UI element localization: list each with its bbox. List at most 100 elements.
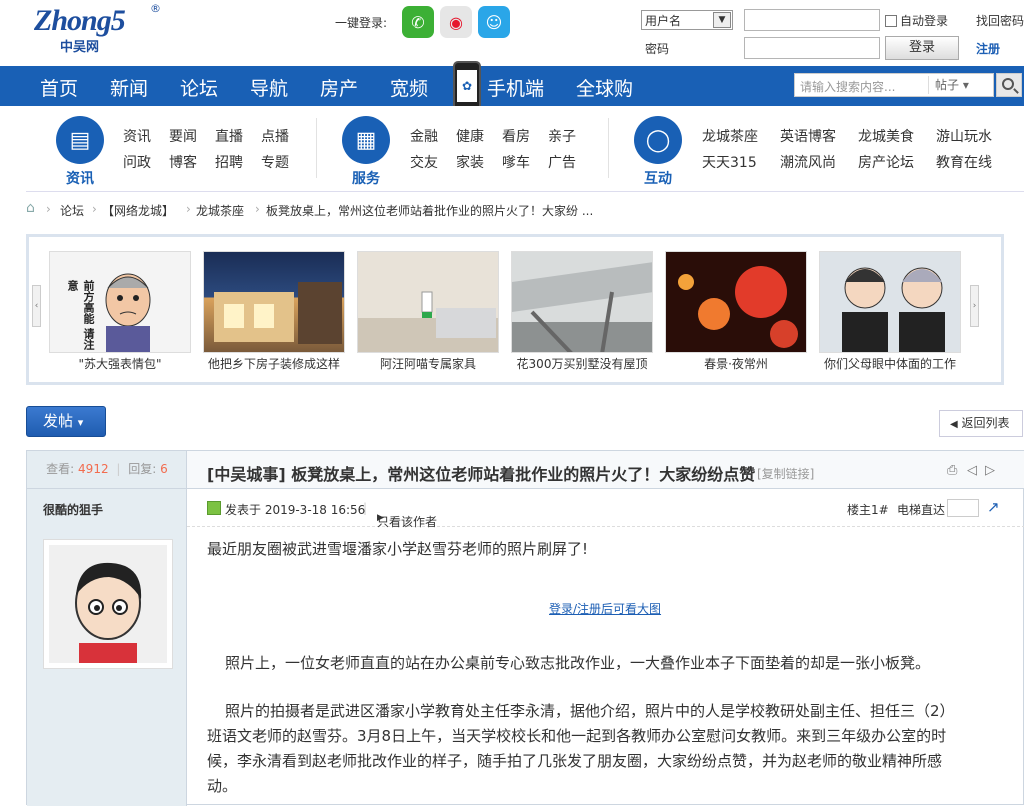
go-icon[interactable]: ↗	[987, 498, 1000, 516]
view-large-image-link[interactable]: 登录/注册后可看大图	[549, 597, 661, 622]
triangle-left-icon: ◀	[950, 419, 958, 430]
search-button[interactable]	[996, 73, 1022, 97]
gallery-prev-button[interactable]: ‹	[32, 285, 41, 327]
breadcrumb-item[interactable]: 论坛	[60, 202, 84, 219]
category-link[interactable]: 看房	[502, 126, 530, 146]
breadcrumb-current: 板凳放桌上，常州这位老师站着批作业的照片火了！大家纷 ...	[266, 204, 594, 218]
category-link[interactable]: 龙城茶座	[702, 126, 758, 146]
breadcrumb-item[interactable]: 【网络龙城】	[102, 202, 174, 219]
logo-text: Zhong5	[34, 4, 126, 37]
chevron-down-icon: ▾	[962, 78, 969, 92]
password-input[interactable]	[744, 37, 880, 59]
chat-bubble-icon[interactable]: ◯	[634, 116, 682, 164]
gallery-caption[interactable]: "苏大强表情包"	[49, 355, 191, 372]
gallery-thumb[interactable]	[511, 251, 653, 353]
gallery-caption[interactable]: 春景·夜常州	[665, 355, 807, 372]
category-link[interactable]: 资讯	[123, 126, 151, 146]
copy-link-button[interactable]: [复制链接]	[757, 465, 814, 482]
gallery-thumb[interactable]	[819, 251, 961, 353]
category-link[interactable]: 游山玩水	[936, 126, 992, 146]
author-name[interactable]: 很酷的狙手	[43, 501, 103, 518]
category-link[interactable]: 博客	[169, 152, 197, 172]
avatar-image	[49, 545, 167, 663]
category-link[interactable]: 交友	[410, 152, 438, 172]
new-post-button[interactable]: 发帖 ▾	[26, 406, 106, 437]
wechat-login-icon[interactable]: ✆	[402, 6, 434, 38]
nav-item-forum[interactable]: 论坛	[180, 74, 218, 101]
username-input[interactable]	[744, 9, 880, 31]
elevator-input[interactable]	[947, 499, 979, 517]
avatar[interactable]	[43, 539, 173, 669]
category-link[interactable]: 点播	[261, 126, 289, 146]
nav-item-realestate[interactable]: 房产	[320, 74, 358, 101]
divider	[316, 118, 317, 178]
search-input[interactable]: 请输入搜索内容... 帖子 ▾	[794, 73, 994, 97]
grid-icon[interactable]: ▦	[342, 116, 390, 164]
category-link[interactable]: 直播	[215, 126, 243, 146]
category-link[interactable]: 英语博客	[780, 126, 836, 146]
back-to-list-button[interactable]: ◀ 返回列表	[939, 410, 1023, 437]
gallery-caption[interactable]: 花300万买别墅没有屋顶	[511, 355, 653, 372]
book-icon[interactable]: ▤	[56, 116, 104, 164]
nav-item-video[interactable]: 宽频	[390, 74, 428, 101]
gallery-thumb[interactable]: 前方高能 请注意	[49, 251, 191, 353]
category-link[interactable]: 教育在线	[936, 152, 992, 172]
category-link[interactable]: 亲子	[548, 126, 576, 146]
nav-item-global-shop[interactable]: 全球购	[576, 74, 633, 101]
category-link[interactable]: 龙城美食	[858, 126, 914, 146]
qq-login-icon[interactable]: ☺	[478, 6, 510, 38]
category-link[interactable]: 专题	[261, 152, 289, 172]
prev-thread-icon[interactable]: ◁	[967, 463, 977, 478]
nav-item-guide[interactable]: 导航	[250, 74, 288, 101]
category-link[interactable]: 天天315	[702, 152, 757, 172]
category-link[interactable]: 招聘	[215, 152, 243, 172]
next-thread-icon[interactable]: ▷	[985, 463, 995, 478]
print-icon[interactable]: ⎙	[947, 463, 957, 478]
login-button[interactable]: 登录	[885, 36, 959, 60]
category-link[interactable]: 嗲车	[502, 152, 530, 172]
divider	[608, 118, 609, 178]
weibo-login-icon[interactable]: ◉	[440, 6, 472, 38]
breadcrumb-item[interactable]: 龙城茶座	[196, 202, 244, 219]
breadcrumb-sep: ›	[186, 202, 191, 216]
post-paragraph: 照片上，一位女老师直直的站在办公桌前专心致志批改作业，一大叠作业本子下面垫着的却…	[225, 654, 931, 672]
chevron-down-icon: ▼	[713, 12, 731, 28]
search-placeholder: 请输入搜索内容...	[800, 80, 896, 94]
category-link[interactable]: 健康	[456, 126, 484, 146]
category-label-interact[interactable]: 互动	[644, 168, 672, 188]
category-link[interactable]: 潮流风尚	[780, 152, 836, 172]
home-icon[interactable]: ⌂	[26, 200, 35, 216]
category-link[interactable]: 问政	[123, 152, 151, 172]
category-label-news[interactable]: 资讯	[66, 168, 94, 188]
mobile-phone-icon[interactable]: ✿	[453, 61, 481, 111]
search-scope-select[interactable]: 帖子 ▾	[928, 76, 992, 94]
nav-item-home[interactable]: 首页	[40, 74, 78, 101]
category-link[interactable]: 家装	[456, 152, 484, 172]
site-logo[interactable]: Zhong5 ® 中吴网	[30, 2, 170, 62]
register-link[interactable]: 注册	[976, 40, 1000, 57]
post-meta: 发表于 2019-3-18 16:56 | 只看该作者 ▶ 楼主1# 电梯直达 …	[187, 489, 1024, 529]
post-paragraph: 动。	[207, 777, 238, 795]
auto-login-checkbox[interactable]: 自动登录	[885, 12, 948, 29]
gallery-thumb[interactable]	[203, 251, 345, 353]
nav-item-mobile[interactable]: 手机端	[487, 74, 544, 101]
find-password-link[interactable]: 找回密码	[976, 12, 1024, 29]
view-count: 4912	[78, 462, 109, 476]
furniture-photo-image	[358, 291, 498, 352]
gallery-caption[interactable]: 你们父母眼中体面的工作	[819, 355, 961, 372]
category-link[interactable]: 广告	[548, 152, 576, 172]
search-icon	[1002, 78, 1014, 90]
username-type-select[interactable]: 用户名 ▼	[641, 10, 733, 30]
category-link[interactable]: 房产论坛	[858, 152, 914, 172]
nav-item-news[interactable]: 新闻	[110, 74, 148, 101]
gallery-caption[interactable]: 他把乡下房子装修成这样	[203, 355, 345, 372]
gallery-thumb[interactable]	[357, 251, 499, 353]
one-key-login-label: 一键登录:	[335, 16, 388, 30]
gallery-caption[interactable]: 阿汪阿喵专属家具	[357, 355, 499, 372]
gallery-thumb[interactable]	[665, 251, 807, 353]
category-label-service[interactable]: 服务	[352, 168, 380, 188]
breadcrumb-sep: ›	[92, 202, 97, 216]
category-link[interactable]: 金融	[410, 126, 438, 146]
category-link[interactable]: 要闻	[169, 126, 197, 146]
gallery-next-button[interactable]: ›	[970, 285, 979, 327]
